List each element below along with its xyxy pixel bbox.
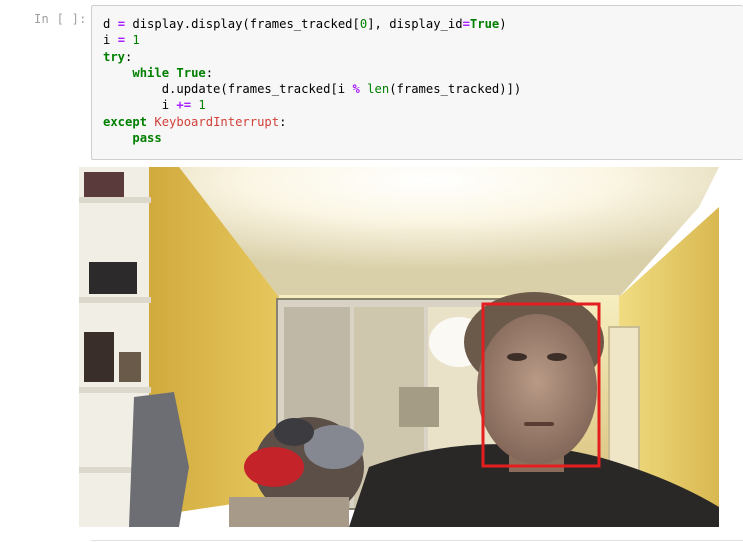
code-line-5: d.update(frames_tracked[i % len(frames_t… — [103, 82, 522, 97]
cell-output-image — [79, 167, 719, 527]
code-cell-input[interactable]: d = display.display(frames_tracked[0], d… — [91, 5, 743, 160]
notebook: In [ ]: d = display.display(frames_track… — [0, 0, 743, 542]
code-editor[interactable]: d = display.display(frames_tracked[0], d… — [103, 16, 521, 146]
input-prompt: In [ ]: — [34, 12, 87, 26]
code-line-1: d = display.display(frames_tracked[0], d… — [103, 17, 507, 31]
code-line-6: i += 1 — [103, 98, 206, 113]
code-line-3: try: — [103, 49, 133, 64]
code-line-8: pass — [132, 131, 162, 146]
code-line-2: i = 1 — [103, 33, 140, 48]
cell-bottom-divider — [91, 540, 743, 541]
code-line-7: except KeyboardInterrupt: — [103, 114, 287, 129]
code-line-4: while True: — [132, 65, 214, 80]
webcam-frame — [79, 167, 719, 527]
